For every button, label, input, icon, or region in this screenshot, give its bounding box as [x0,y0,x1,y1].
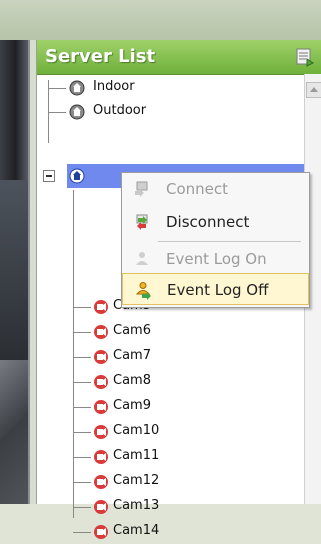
tree-item-indoor[interactable]: Indoor [37,76,305,100]
camera-icon [93,399,109,415]
panel-title: Server List [45,46,156,67]
menu-item-label: Event Log Off [167,281,269,299]
camera-icon [93,324,109,340]
connect-icon [132,179,152,199]
video-feed-2 [0,180,28,360]
tree-item-label: Cam13 [113,498,160,513]
tree-line [73,432,91,433]
camera-icon [93,299,109,315]
tree-item-cam12[interactable]: Cam12 [37,470,305,494]
tree-item-cam7[interactable]: Cam7 [37,345,305,369]
server-list-panel: Server List Indoor Outdoor Cam6 Cam7 Cam… [36,40,321,539]
tree-line [73,507,91,508]
tree-item-cam10[interactable]: Cam10 [37,420,305,444]
menu-item-connect[interactable]: Connect [122,173,309,205]
event-log-on-icon [132,249,152,269]
panel-header: Server List [37,40,321,75]
disconnect-icon [132,212,152,232]
menu-separator [158,241,301,242]
tree-item-label: Cam12 [113,473,160,488]
tree-item-outdoor[interactable]: Outdoor [37,100,305,124]
top-strip [0,0,321,41]
tree-line [73,332,91,333]
tree-line [73,357,91,358]
video-panel [0,40,30,504]
tree-item-cam14[interactable]: Cam14 [37,520,305,544]
menu-item-event-log-on[interactable]: Event Log On [122,243,309,275]
tree-item-label: Indoor [93,79,135,94]
camera-icon [93,499,109,515]
video-feed-3 [0,360,28,504]
tree-item-label: Cam6 [113,323,151,338]
camera-icon [93,349,109,365]
tree-line [48,88,66,89]
tree-item-label: Outdoor [93,103,147,118]
camera-icon [93,449,109,465]
tree-item-cam13[interactable]: Cam13 [37,495,305,519]
tree-line [73,457,91,458]
menu-item-event-log-off[interactable]: Event Log Off [122,273,309,305]
tree-line [73,482,91,483]
tree-line [73,382,91,383]
tree-line [48,112,66,113]
tree-line [73,407,91,408]
server-icon [69,168,85,184]
camera-icon [93,474,109,490]
tree-item-label: Cam10 [113,423,160,438]
tree-line [73,532,91,533]
camera-icon [93,424,109,440]
menu-item-disconnect[interactable]: Disconnect [122,206,309,238]
server-icon [69,104,85,120]
video-feed-1 [0,40,28,180]
tree-item-label: Cam9 [113,398,151,413]
server-icon [69,80,85,96]
tree-item-cam8[interactable]: Cam8 [37,370,305,394]
event-log-off-icon [133,280,153,300]
tree-item-label: Cam11 [113,448,160,463]
tree-item-cam6[interactable]: Cam6 [37,320,305,344]
tree-line [73,307,91,308]
menu-item-label: Event Log On [166,250,267,268]
scroll-up-button[interactable] [306,82,321,98]
context-menu: Connect Disconnect Event Log On Event Lo… [121,172,310,308]
camera-icon [93,524,109,540]
camera-icon [93,374,109,390]
tree-item-label: Cam8 [113,373,151,388]
tree-item-label: Cam7 [113,348,151,363]
menu-item-label: Connect [166,180,229,198]
tree-item-cam9[interactable]: Cam9 [37,395,305,419]
tree-item-label: Cam14 [113,523,160,538]
tree-item-cam11[interactable]: Cam11 [37,445,305,469]
menu-item-label: Disconnect [166,213,250,231]
server-list-settings-icon[interactable] [296,47,314,67]
